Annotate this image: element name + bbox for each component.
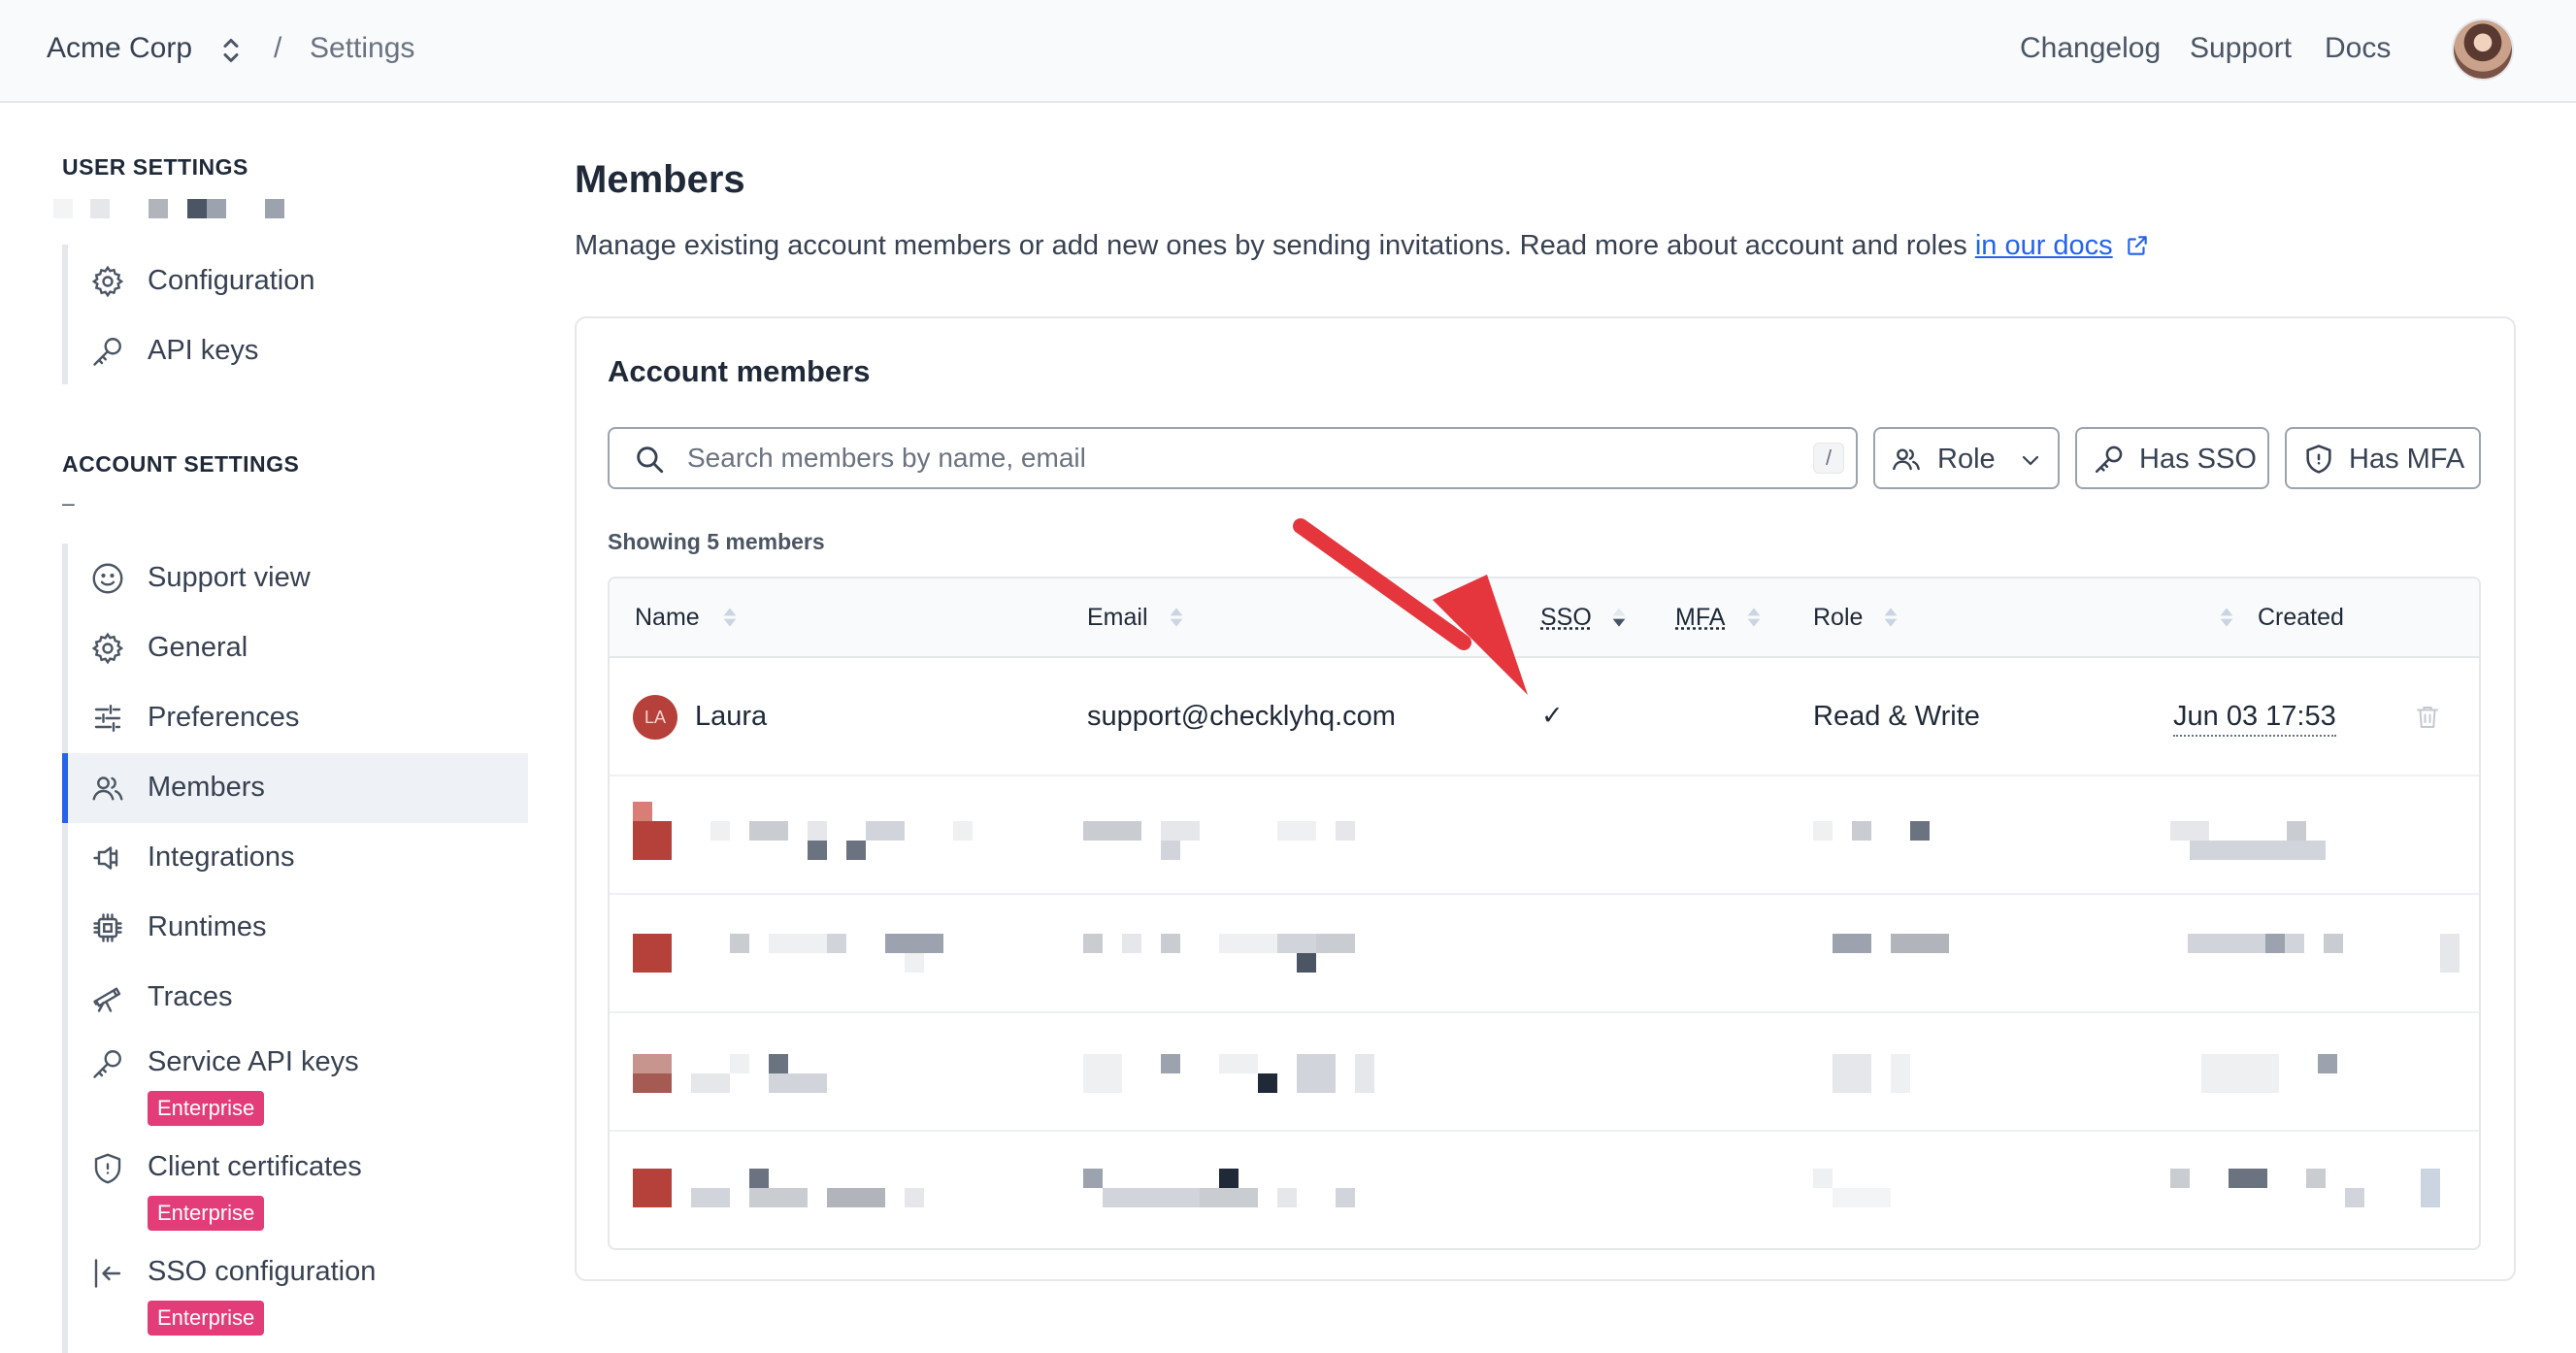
sidebar-item-runtimes[interactable]: Runtimes: [62, 893, 528, 963]
account-subtitle: –: [62, 490, 76, 515]
enterprise-badge: Enterprise: [148, 1196, 265, 1231]
column-role[interactable]: Role: [1813, 604, 1863, 632]
table-row[interactable]: [610, 776, 2479, 895]
sidebar-item-support-view[interactable]: Support view: [62, 544, 528, 613]
column-name[interactable]: Name: [635, 604, 700, 632]
sidebar-item-service-api-keys[interactable]: Service API keys Enterprise: [62, 1029, 528, 1130]
column-created[interactable]: Created: [2258, 604, 2344, 632]
shield-icon: [2306, 445, 2331, 474]
sidebar-item-label: Client certificates: [148, 1151, 362, 1182]
sort-icon[interactable]: [1746, 605, 1762, 630]
gear-icon: [91, 632, 124, 665]
sidebar-item-api-keys[interactable]: API keys: [62, 316, 528, 386]
sidebar-item-label: Service API keys: [148, 1046, 359, 1077]
sidebar-item-members[interactable]: Members: [62, 753, 528, 823]
chevron-up-down-icon[interactable]: [214, 31, 248, 70]
sidebar-item-label: Preferences: [148, 702, 300, 733]
support-link[interactable]: Support: [2190, 32, 2292, 65]
member-created: Jun 03 17:53: [2173, 701, 2336, 737]
sidebar-item-label: General: [148, 632, 248, 663]
member-search[interactable]: /: [608, 427, 1858, 489]
table-row[interactable]: [610, 1132, 2479, 1248]
docs-link[interactable]: Docs: [2325, 32, 2391, 65]
column-email[interactable]: Email: [1087, 604, 1148, 632]
sort-icon[interactable]: [1883, 605, 1899, 630]
sign-in-icon: [94, 1259, 121, 1288]
changelog-link[interactable]: Changelog: [2020, 32, 2161, 65]
smiley-icon: [92, 563, 123, 594]
sidebar-item-label: Members: [148, 772, 265, 803]
member-name: Laura: [695, 701, 768, 732]
sidebar-item-label: Configuration: [148, 265, 315, 296]
sidebar-item-label: Runtimes: [148, 911, 267, 942]
sidebar-item-label: API keys: [148, 335, 259, 366]
sidebar-item-label: Integrations: [148, 842, 295, 873]
member-avatar: LA: [633, 695, 677, 740]
key-icon: [2095, 446, 2123, 474]
role-filter-label: Role: [1937, 444, 1996, 475]
members-count: Showing 5 members: [608, 529, 825, 554]
table-row[interactable]: [610, 1013, 2479, 1132]
search-input[interactable]: [687, 439, 1716, 478]
sliders-icon: [94, 705, 121, 732]
column-mfa[interactable]: MFA: [1675, 604, 1725, 632]
page-description: Manage existing account members or add n…: [575, 230, 2150, 262]
sidebar-item-label: Support view: [148, 562, 311, 593]
users-icon: [1893, 448, 1920, 471]
trash-icon[interactable]: [2413, 701, 2442, 734]
members-table: Name Email SSO MFA Role Created LA Laura…: [608, 577, 2481, 1250]
user-settings-heading: USER SETTINGS: [62, 154, 248, 180]
sidebar-item-label: SSO configuration: [148, 1256, 377, 1287]
has-mfa-filter-label: Has MFA: [2349, 444, 2465, 475]
sidebar-item-sso-configuration[interactable]: SSO configuration Enterprise: [62, 1238, 528, 1339]
has-mfa-filter-button[interactable]: Has MFA: [2285, 427, 2481, 489]
top-bar: Acme Corp / Settings Changelog Support D…: [0, 0, 2576, 103]
has-sso-filter-label: Has SSO: [2139, 444, 2257, 475]
breadcrumb-separator: /: [274, 32, 282, 64]
search-icon: [637, 446, 664, 474]
plug-icon: [93, 846, 118, 870]
sort-descending-icon[interactable]: [1611, 605, 1627, 630]
enterprise-badge: Enterprise: [148, 1301, 265, 1336]
sidebar-item-general[interactable]: General: [62, 613, 528, 683]
table-header: Name Email SSO MFA Role Created: [610, 578, 2479, 658]
page-title: Members: [575, 158, 745, 201]
chevron-down-icon: [2022, 455, 2039, 466]
sort-icon[interactable]: [2219, 605, 2234, 630]
role-filter-button[interactable]: Role: [1873, 427, 2060, 489]
enterprise-badge: Enterprise: [148, 1091, 265, 1126]
account-settings-heading: ACCOUNT SETTINGS: [62, 451, 300, 477]
sidebar-item-client-certificates[interactable]: Client certificates Enterprise: [62, 1134, 528, 1235]
member-role: Read & Write: [1813, 701, 1980, 732]
sidebar-item-integrations[interactable]: Integrations: [62, 823, 528, 893]
gear-icon: [91, 265, 124, 298]
users-icon: [92, 776, 123, 801]
table-row[interactable]: [610, 895, 2479, 1013]
external-link-icon[interactable]: [2125, 233, 2150, 258]
sidebar-item-configuration[interactable]: Configuration: [62, 247, 528, 316]
breadcrumb-page[interactable]: Settings: [310, 32, 414, 65]
org-name[interactable]: Acme Corp: [47, 32, 192, 65]
has-sso-filter-button[interactable]: Has SSO: [2075, 427, 2269, 489]
description-text: Manage existing account members or add n…: [575, 230, 1967, 261]
sort-icon[interactable]: [722, 605, 738, 630]
card-title: Account members: [608, 354, 871, 388]
key-icon: [93, 338, 121, 366]
sort-icon[interactable]: [1169, 605, 1184, 630]
docs-link[interactable]: in our docs: [1975, 230, 2113, 261]
search-shortcut-hint: /: [1813, 443, 1844, 474]
chip-icon: [93, 913, 122, 942]
sidebar-item-label: Traces: [148, 981, 233, 1012]
member-email: support@checklyhq.com: [1087, 701, 1396, 732]
sidebar-item-preferences[interactable]: Preferences: [62, 683, 528, 753]
user-avatar[interactable]: [2452, 18, 2514, 81]
column-sso[interactable]: SSO: [1540, 604, 1592, 632]
table-row[interactable]: LA Laura support@checklyhq.com ✓ Read & …: [610, 658, 2479, 776]
shield-icon: [94, 1153, 121, 1184]
sidebar-item-traces[interactable]: Traces: [62, 963, 528, 1033]
key-icon: [93, 1050, 121, 1078]
telescope-icon: [93, 987, 121, 1012]
sso-checkmark: ✓: [1541, 701, 1564, 730]
